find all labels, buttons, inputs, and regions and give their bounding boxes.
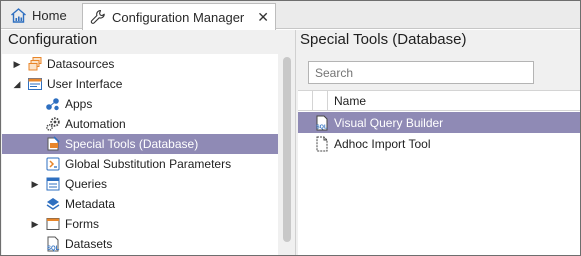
tab-configuration-manager[interactable]: Configuration Manager ✕ bbox=[82, 3, 276, 30]
configuration-panel-title: Configuration bbox=[8, 31, 98, 48]
tree-item-queries[interactable]: ▶ Queries bbox=[2, 174, 278, 194]
metadata-icon bbox=[44, 196, 61, 213]
grid-row-visual-query-builder[interactable]: SQL Visual Query Builder bbox=[298, 112, 580, 133]
special-tools-icon bbox=[44, 136, 61, 153]
tree-item-label: Datasets bbox=[65, 237, 113, 251]
tree-vertical-scrollbar[interactable] bbox=[280, 54, 294, 255]
grid-row-label: Adhoc Import Tool bbox=[334, 136, 431, 151]
tree-item-label: Metadata bbox=[65, 197, 116, 211]
user-interface-icon bbox=[26, 76, 43, 93]
queries-icon bbox=[44, 176, 61, 193]
column-header-name[interactable]: Name bbox=[334, 94, 366, 108]
special-tools-panel-title: Special Tools (Database) bbox=[300, 31, 467, 48]
svg-text:SQL: SQL bbox=[47, 246, 60, 252]
search-input[interactable] bbox=[308, 61, 534, 84]
datasets-sql-icon: SQL bbox=[44, 236, 61, 253]
document-icon bbox=[315, 136, 329, 152]
apps-icon bbox=[44, 96, 61, 113]
tree-item-label: Datasources bbox=[47, 57, 115, 71]
grid-header-icon-column bbox=[313, 91, 328, 111]
tree-item-datasources[interactable]: ▶ Datasources bbox=[2, 54, 278, 74]
grid-row-adhoc-import-tool[interactable]: Adhoc Import Tool bbox=[298, 133, 580, 154]
tree-item-datasets[interactable]: SQL Datasets bbox=[2, 234, 278, 254]
close-icon[interactable]: ✕ bbox=[257, 9, 269, 26]
tree-item-label: Apps bbox=[65, 97, 93, 111]
scrollbar-thumb[interactable] bbox=[283, 57, 291, 242]
configuration-tree: ▶ Datasources ◢ User Interface Apps Auto… bbox=[2, 54, 278, 255]
grid-row-label: Visual Query Builder bbox=[334, 115, 444, 130]
expand-icon[interactable]: ▶ bbox=[30, 219, 40, 229]
tree-item-forms[interactable]: ▶ Forms bbox=[2, 214, 278, 234]
tree-item-label: Automation bbox=[65, 117, 126, 131]
tab-strip: Home Configuration Manager ✕ bbox=[1, 1, 580, 30]
tree-item-label: Queries bbox=[65, 177, 108, 191]
wrench-icon bbox=[89, 8, 107, 26]
automation-gear-icon bbox=[44, 116, 61, 133]
expand-icon[interactable]: ▶ bbox=[30, 179, 40, 189]
tree-item-label: User Interface bbox=[47, 77, 123, 91]
configuration-panel: Configuration ▶ Datasources ◢ User Inter… bbox=[1, 30, 295, 255]
grid-header-indicator-column bbox=[298, 91, 313, 111]
special-tools-panel: Special Tools (Database) Name SQL Visual… bbox=[296, 30, 580, 255]
global-parameters-icon bbox=[44, 156, 61, 173]
tab-configuration-manager-label: Configuration Manager bbox=[112, 9, 245, 25]
sql-document-icon: SQL bbox=[315, 115, 329, 131]
tools-grid: Name SQL Visual Query Builder Adhoc Impo… bbox=[298, 90, 580, 255]
tree-item-user-interface[interactable]: ◢ User Interface bbox=[2, 74, 278, 94]
tree-item-label: Forms bbox=[65, 217, 99, 231]
forms-icon bbox=[44, 216, 61, 233]
tree-item-global-substitution-parameters[interactable]: Global Substitution Parameters bbox=[2, 154, 278, 174]
svg-text:SQL: SQL bbox=[316, 124, 328, 130]
expand-icon[interactable]: ▶ bbox=[12, 59, 22, 69]
tree-item-special-tools[interactable]: Special Tools (Database) bbox=[2, 134, 278, 154]
home-chart-icon bbox=[9, 7, 27, 25]
collapse-icon[interactable]: ◢ bbox=[12, 79, 22, 89]
tree-item-label: Global Substitution Parameters bbox=[65, 157, 232, 171]
tab-home-label: Home bbox=[32, 8, 67, 23]
tree-item-metadata[interactable]: Metadata bbox=[2, 194, 278, 214]
tree-item-automation[interactable]: Automation bbox=[2, 114, 278, 134]
tree-item-label: Special Tools (Database) bbox=[65, 137, 199, 151]
tree-item-apps[interactable]: Apps bbox=[2, 94, 278, 114]
tab-home[interactable]: Home bbox=[3, 2, 77, 29]
grid-header: Name bbox=[298, 91, 580, 111]
datasources-icon bbox=[26, 56, 43, 73]
